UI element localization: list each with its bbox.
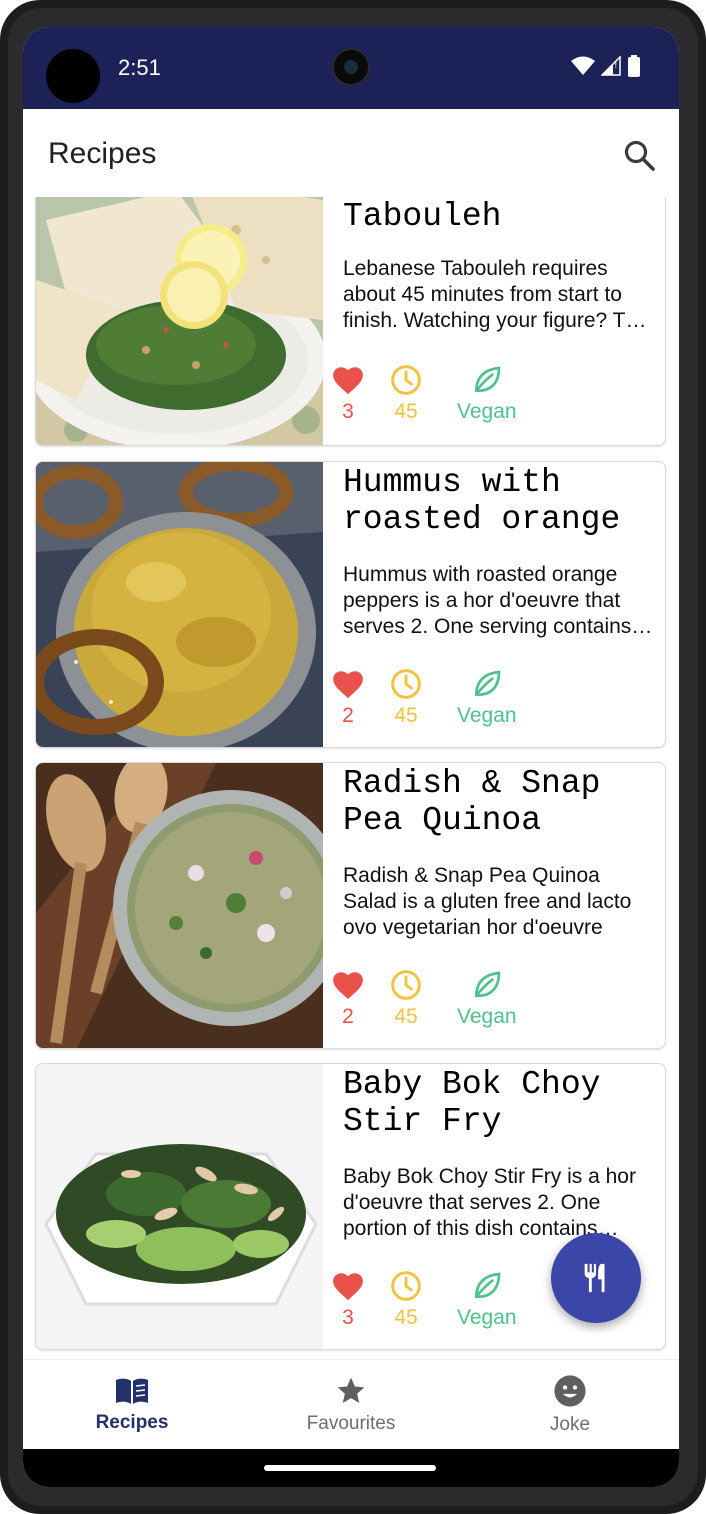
time-stat: 45 xyxy=(389,1270,423,1330)
leaf-icon xyxy=(474,971,501,997)
leaf-icon xyxy=(474,366,501,392)
diet-stat: Vegan xyxy=(457,668,517,728)
likes-count: 3 xyxy=(342,400,354,423)
recipe-card-body: Hummus with roasted orange Hummus with r… xyxy=(323,462,665,747)
search-button[interactable] xyxy=(623,139,657,173)
minutes-value: 45 xyxy=(394,1306,418,1329)
battery-icon xyxy=(628,55,640,77)
fab-button[interactable] xyxy=(551,1233,641,1323)
recipe-image xyxy=(36,197,323,445)
recipe-image xyxy=(36,763,323,1048)
nav-item-recipes[interactable]: Recipes xyxy=(23,1360,241,1450)
diet-label: Vegan xyxy=(457,1005,517,1028)
home-handle[interactable] xyxy=(264,1465,436,1471)
minutes-value: 45 xyxy=(394,400,418,423)
diet-label: Vegan xyxy=(457,704,517,727)
signal-icon: ! xyxy=(601,56,621,76)
time-stat: 45 xyxy=(389,364,423,424)
recipe-card[interactable]: Tabouleh Lebanese Tabouleh requires abou… xyxy=(35,197,666,446)
likes-count: 3 xyxy=(342,1306,354,1329)
likes-count: 2 xyxy=(342,704,354,727)
smiley-icon xyxy=(554,1375,586,1407)
recipe-card[interactable]: Hummus with roasted orange Hummus with r… xyxy=(35,461,666,748)
leaf-icon xyxy=(474,1272,501,1298)
svg-text:!: ! xyxy=(614,61,618,71)
recipe-image xyxy=(36,1064,323,1349)
minutes-value: 45 xyxy=(394,704,418,727)
menu-book-icon xyxy=(116,1378,148,1404)
recipe-card-body: Tabouleh Lebanese Tabouleh requires abou… xyxy=(323,197,665,445)
recipe-list[interactable]: Tabouleh Lebanese Tabouleh requires abou… xyxy=(23,197,679,1359)
diet-label: Vegan xyxy=(457,400,517,423)
recipe-title: Baby Bok Choy Stir Fry xyxy=(343,1066,601,1140)
clock-icon xyxy=(391,669,421,699)
app-bar: Recipes xyxy=(23,109,679,197)
likes-stat: 3 xyxy=(331,364,365,424)
nav-label: Joke xyxy=(549,1414,591,1435)
nav-item-joke[interactable]: Joke xyxy=(461,1360,679,1450)
clock-icon xyxy=(391,970,421,1000)
likes-stat: 2 xyxy=(331,969,365,1029)
star-icon xyxy=(337,1377,365,1403)
page-title: Recipes xyxy=(48,137,157,170)
gesture-bar xyxy=(23,1449,679,1487)
likes-count: 2 xyxy=(342,1005,354,1028)
diet-stat: Vegan xyxy=(457,1270,517,1330)
status-bar: 2:51 ! xyxy=(23,27,679,109)
recipe-description: Radish & Snap Pea Quinoa Salad is a glut… xyxy=(343,864,632,939)
recipe-description: Baby Bok Choy Stir Fry is a hor d'oeuvre… xyxy=(343,1165,636,1240)
diet-stat: Vegan xyxy=(457,364,517,424)
screen: 2:51 ! Recipes Tabouleh Lebanese Taboule… xyxy=(23,27,679,1487)
recipe-title: Radish & Snap Pea Quinoa xyxy=(343,765,601,839)
diet-stat: Vegan xyxy=(457,969,517,1029)
recipe-description: Lebanese Tabouleh requires about 45 minu… xyxy=(343,257,653,332)
punch-hole xyxy=(46,49,100,103)
heart-icon xyxy=(333,972,363,1000)
diet-label: Vegan xyxy=(457,1306,517,1329)
nav-label: Recipes xyxy=(95,1412,169,1433)
search-icon xyxy=(624,140,655,171)
recipe-card[interactable]: Radish & Snap Pea Quinoa Radish & Snap P… xyxy=(35,762,666,1049)
leaf-icon xyxy=(474,670,501,696)
status-icons: ! xyxy=(571,55,641,77)
nav-label: Favourites xyxy=(306,1413,396,1434)
clock-icon xyxy=(391,365,421,395)
recipe-card-body: Radish & Snap Pea Quinoa Radish & Snap P… xyxy=(323,763,665,1048)
nav-item-favourites[interactable]: Favourites xyxy=(242,1360,460,1450)
heart-icon xyxy=(333,367,363,395)
recipe-title: Hummus with roasted orange xyxy=(343,464,621,538)
time-stat: 45 xyxy=(389,668,423,728)
status-time: 2:51 xyxy=(118,55,161,80)
restaurant-menu-icon xyxy=(584,1263,605,1293)
heart-icon xyxy=(333,671,363,699)
heart-icon xyxy=(333,1273,363,1301)
time-stat: 45 xyxy=(389,969,423,1029)
clock-icon xyxy=(391,1271,421,1301)
recipe-image xyxy=(36,462,323,747)
likes-stat: 3 xyxy=(331,1270,365,1330)
minutes-value: 45 xyxy=(394,1005,418,1028)
recipe-title: Tabouleh xyxy=(343,198,502,235)
camera-icon xyxy=(332,48,370,86)
bottom-navigation: Recipes Favourites Joke xyxy=(23,1359,679,1449)
recipe-description: Hummus with roasted orange peppers is a … xyxy=(343,563,632,638)
wifi-icon xyxy=(571,56,595,75)
likes-stat: 2 xyxy=(331,668,365,728)
